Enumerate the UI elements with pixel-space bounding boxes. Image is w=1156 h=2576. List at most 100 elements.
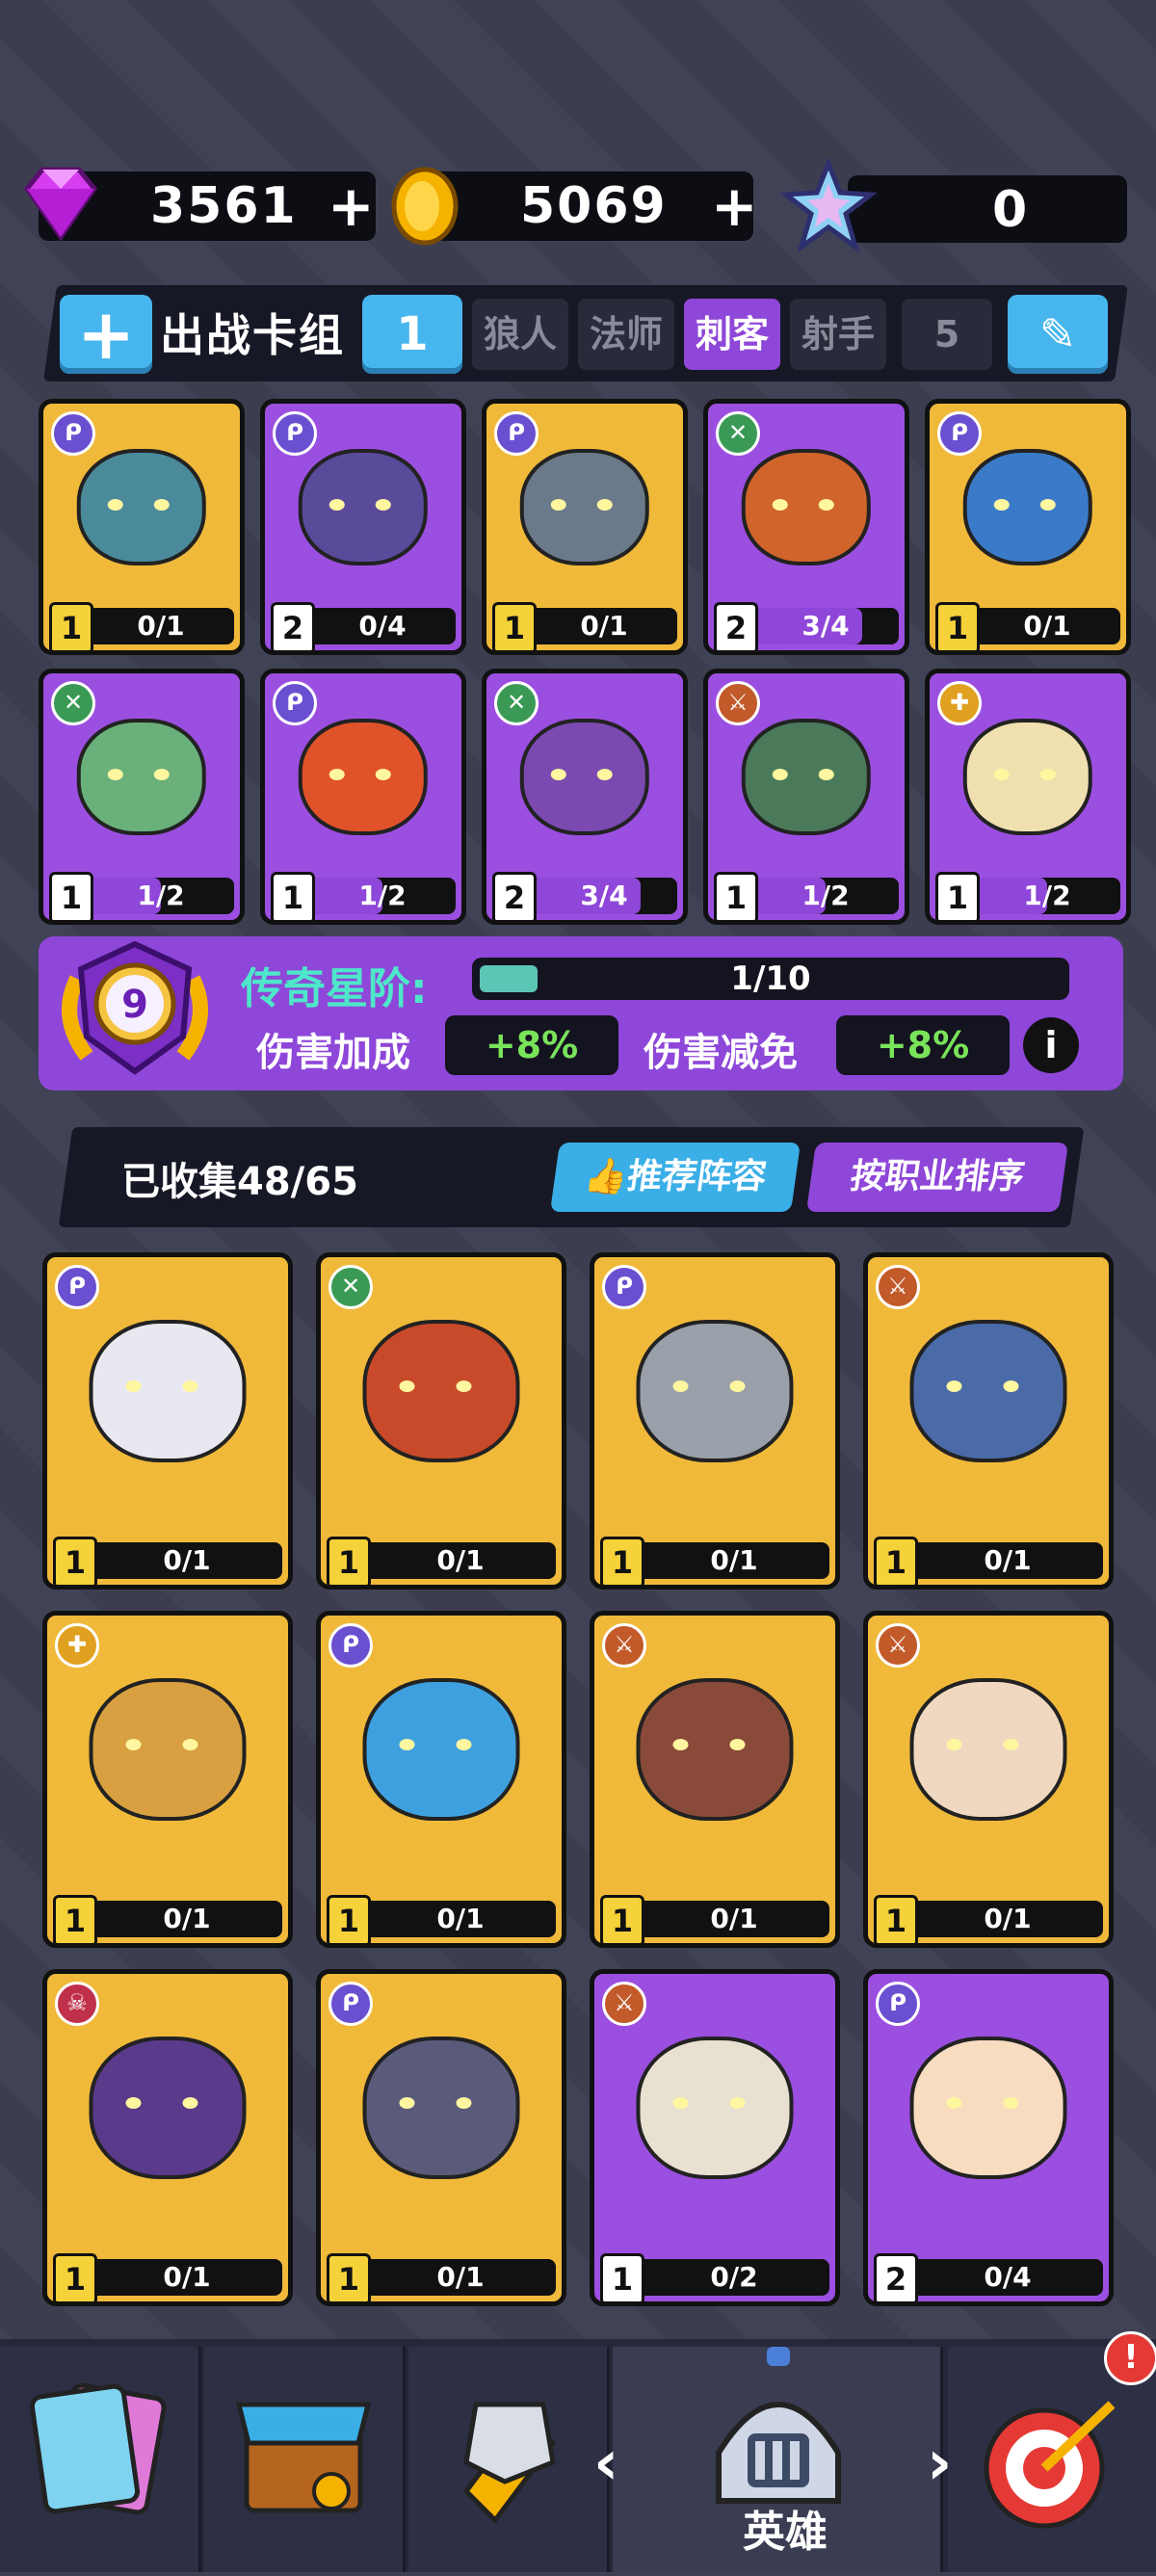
gems-plus-button[interactable]: +	[328, 171, 375, 241]
card-progress-bar: 1 0/1	[53, 1537, 282, 1585]
legend-progress-bar: 1/10	[472, 958, 1069, 1000]
rank-number: 9	[121, 983, 148, 1027]
collection-card[interactable]: ᑭ 1 0/1	[42, 1252, 293, 1590]
hero-eye	[550, 498, 566, 511]
legend-progress-text: 1/10	[730, 959, 811, 998]
collection-card[interactable]: ᑭ 1 0/1	[590, 1252, 840, 1590]
hero-head	[89, 2037, 247, 2179]
hero-head	[76, 448, 207, 566]
card-progress-bar: 1 0/1	[600, 1895, 829, 1943]
deck-card[interactable]: ᑭ 1 0/1	[925, 399, 1131, 655]
hero-eye	[375, 498, 391, 511]
hero-eye	[1039, 498, 1056, 511]
mage-class-icon: ᑭ	[937, 411, 982, 456]
deck-card[interactable]: ✕ 2 3/4	[482, 669, 688, 925]
nav-battle[interactable]	[408, 2347, 610, 2572]
hero-head	[636, 1678, 794, 1821]
mage-class-icon: ᑭ	[494, 411, 539, 456]
rank-badge-icon: 9	[62, 940, 208, 1075]
card-count: 1/2	[358, 880, 407, 911]
collection-card[interactable]: ᑭ 2 0/4	[863, 1969, 1114, 2306]
archer-class-icon: ✕	[51, 681, 95, 725]
card-progress-bar: 1 0/1	[874, 1895, 1103, 1943]
collection-card[interactable]: ✚ 1 0/1	[42, 1611, 293, 1948]
collection-card[interactable]: ᑭ 1 0/1	[316, 1611, 566, 1948]
hero-eye	[550, 768, 566, 780]
gems-value: 3561	[150, 177, 298, 235]
nav-cards[interactable]	[0, 2347, 201, 2572]
deck-cycle-button[interactable]: 1	[362, 295, 462, 374]
edit-deck-button[interactable]: ✎	[1008, 295, 1108, 374]
coins-plus-button[interactable]: +	[711, 171, 758, 241]
hero-eye	[328, 768, 345, 780]
card-count: 0/1	[163, 2261, 211, 2293]
hero-eye	[182, 1380, 198, 1392]
deck-card[interactable]: ᑭ 1 0/1	[39, 399, 245, 655]
hero-eye	[125, 2097, 142, 2109]
card-count: 0/4	[984, 2261, 1032, 2293]
nav-left-arrow[interactable]: ‹	[593, 2428, 618, 2499]
hero-eye	[993, 768, 1010, 780]
collection-card[interactable]: ☠ 1 0/1	[42, 1969, 293, 2306]
tab-assassin[interactable]: 刺客	[684, 299, 780, 370]
card-count: 3/4	[580, 880, 628, 911]
deck-card[interactable]: ⚔ 1 1/2	[703, 669, 909, 925]
recommend-lineup-button[interactable]: 👍推荐阵容	[549, 1143, 801, 1212]
hero-eye	[672, 1380, 689, 1392]
hero-head	[909, 2037, 1067, 2179]
deck-card[interactable]: ᑭ 1 0/1	[482, 399, 688, 655]
thumbs-up-icon: 👍	[581, 1157, 631, 1196]
collection-card[interactable]: ⚔ 1 0/1	[590, 1611, 840, 1948]
deck-title: 出战卡组	[160, 309, 345, 361]
damage-bonus-label: 伤害加成	[256, 1031, 410, 1075]
coin-icon	[391, 167, 459, 246]
card-progress-bar: 1 1/2	[935, 872, 1120, 920]
warrior-class-icon: ⚔	[876, 1623, 920, 1668]
add-deck-button[interactable]: +	[60, 295, 152, 374]
hero-head	[89, 1678, 247, 1821]
collection-card[interactable]: ✕ 1 0/1	[316, 1252, 566, 1590]
demon-class-icon: ☠	[55, 1982, 99, 2026]
hero-head	[519, 718, 650, 836]
collection-card[interactable]: ᑭ 1 0/1	[316, 1969, 566, 2306]
hero-eye	[182, 2097, 198, 2109]
collection-card[interactable]: ⚔ 1 0/1	[863, 1611, 1114, 1948]
hero-eye	[729, 1739, 746, 1750]
stars-counter[interactable]: 0	[848, 175, 1127, 243]
collection-card[interactable]: ⚔ 1 0/1	[863, 1252, 1114, 1590]
hero-eye	[375, 768, 391, 780]
info-button[interactable]: i	[1023, 1017, 1079, 1073]
card-progress-bar: 1 0/1	[327, 2253, 556, 2301]
hero-head	[298, 718, 429, 836]
deck-card[interactable]: ✚ 1 1/2	[925, 669, 1131, 925]
deck-card[interactable]: ᑭ 1 1/2	[260, 669, 466, 925]
mage-class-icon: ᑭ	[328, 1982, 373, 2026]
deck-card[interactable]: ✕ 2 3/4	[703, 399, 909, 655]
collection-card[interactable]: ⚔ 1 0/2	[590, 1969, 840, 2306]
notification-badge: !	[1104, 2331, 1156, 2385]
deck-card[interactable]: ᑭ 2 0/4	[260, 399, 466, 655]
card-count: 0/1	[710, 1903, 758, 1934]
card-count: 0/1	[137, 610, 185, 642]
tab-archer[interactable]: 射手	[790, 299, 886, 370]
tab-slot-5[interactable]: 5	[902, 299, 992, 370]
mage-class-icon: ᑭ	[273, 411, 317, 456]
hero-head	[962, 448, 1093, 566]
deck-card[interactable]: ✕ 1 1/2	[39, 669, 245, 925]
card-count: 0/1	[436, 1903, 485, 1934]
tab-werewolf[interactable]: 狼人	[472, 299, 568, 370]
card-progress-bar: 1 0/1	[874, 1537, 1103, 1585]
hero-eye	[328, 498, 345, 511]
hero-eye	[153, 768, 170, 780]
hero-head	[962, 718, 1093, 836]
coins-counter[interactable]: 5069 +	[414, 171, 758, 241]
hero-eye	[107, 768, 123, 780]
hero-head	[636, 2037, 794, 2179]
nav-shop[interactable]	[204, 2347, 406, 2572]
hero-eye	[399, 1739, 415, 1750]
hero-head	[909, 1678, 1067, 1821]
card-progress-bar: 1 1/2	[271, 872, 456, 920]
mage-class-icon: ᑭ	[273, 681, 317, 725]
sort-by-class-button[interactable]: 按职业排序	[805, 1143, 1069, 1212]
tab-mage[interactable]: 法师	[578, 299, 674, 370]
